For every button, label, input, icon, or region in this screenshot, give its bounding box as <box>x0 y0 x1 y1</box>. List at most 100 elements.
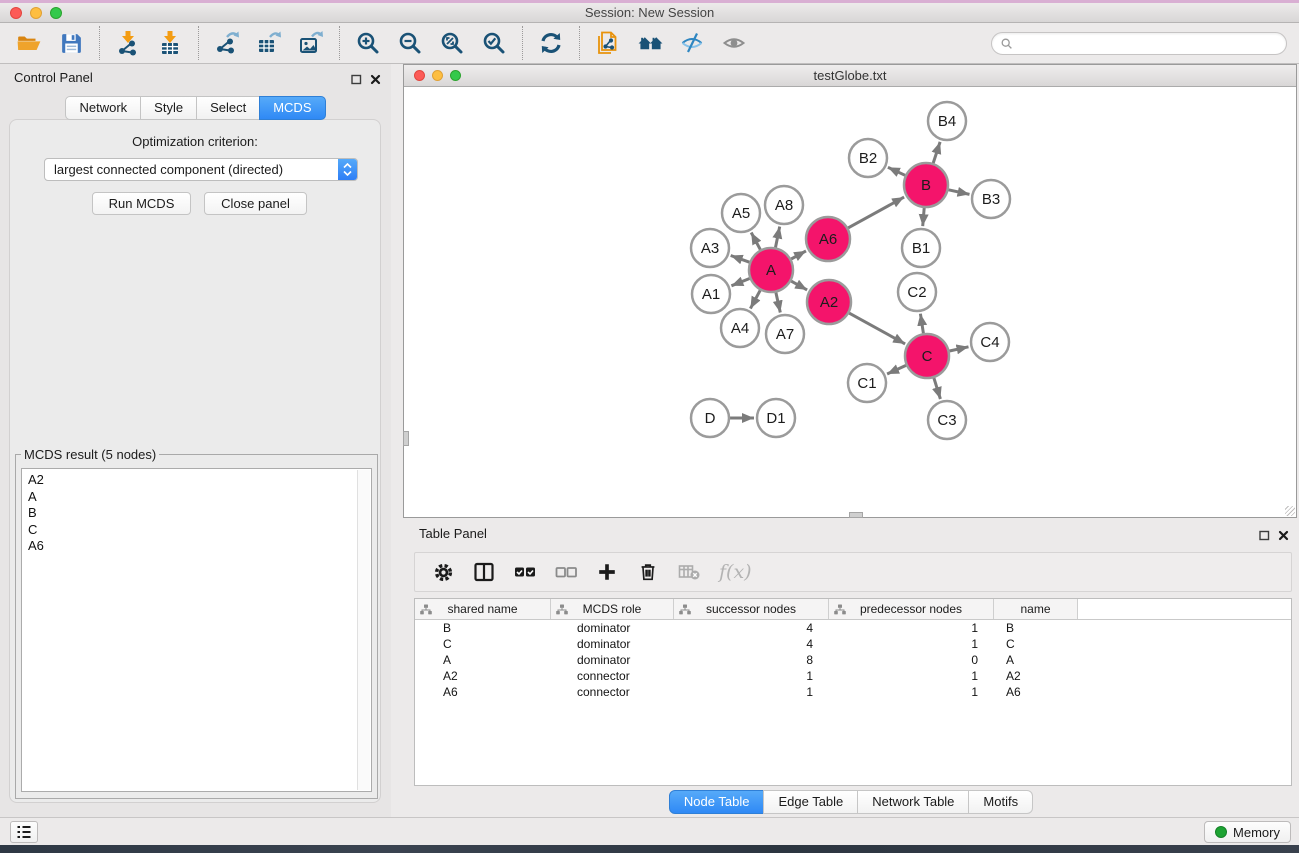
column-header-successor-nodes[interactable]: successor nodes <box>674 599 829 619</box>
result-list-scrollbar[interactable] <box>357 470 370 790</box>
select-all-rows-icon[interactable] <box>512 559 538 585</box>
table-header-row: shared name MCDS role successor nodesprede… <box>415 599 1291 620</box>
zoom-selected-icon[interactable] <box>473 25 515 61</box>
column-header-predecessor-nodes[interactable]: predecessor nodes <box>829 599 994 619</box>
table-row[interactable]: Bdominator41B <box>415 620 1291 636</box>
result-item[interactable]: C <box>28 522 365 539</box>
graph-edge-A-A5[interactable] <box>751 233 760 250</box>
reset-layout-icon[interactable] <box>629 25 671 61</box>
close-panel-icon[interactable] <box>1278 528 1289 546</box>
mcds-result-list[interactable]: A2ABCA6 <box>21 468 372 792</box>
graph-edge-A-A6[interactable] <box>791 251 806 259</box>
maximize-network-button[interactable] <box>450 70 461 81</box>
column-header-MCDS-role[interactable]: MCDS role <box>551 599 674 619</box>
column-header-label: MCDS role <box>583 602 642 616</box>
memory-status-icon <box>1215 826 1227 838</box>
table-row[interactable]: A6connector11A6 <box>415 684 1291 700</box>
run-mcds-button[interactable]: Run MCDS <box>92 192 191 215</box>
table-cell: A2 <box>415 669 551 683</box>
graph-edge-C-C3[interactable] <box>934 378 941 399</box>
export-network-icon[interactable] <box>206 25 248 61</box>
result-item[interactable]: A6 <box>28 538 365 555</box>
minimize-network-button[interactable] <box>432 70 443 81</box>
deselect-all-rows-icon[interactable] <box>553 559 579 585</box>
open-session-icon[interactable] <box>8 25 50 61</box>
zoom-fit-icon[interactable] <box>431 25 473 61</box>
refresh-icon[interactable] <box>530 25 572 61</box>
tab-network-table[interactable]: Network Table <box>857 790 969 814</box>
task-history-button[interactable] <box>10 821 38 843</box>
result-item[interactable]: B <box>28 505 365 522</box>
close-network-button[interactable] <box>414 70 425 81</box>
delete-columns-icon[interactable] <box>635 559 661 585</box>
float-panel-icon[interactable] <box>351 72 362 90</box>
graph-edge-C-C4[interactable] <box>950 347 969 351</box>
graph-edge-A-A8[interactable] <box>776 227 780 248</box>
tab-node-table[interactable]: Node Table <box>669 790 765 814</box>
table-cell: dominator <box>551 653 674 667</box>
graph-edge-A2-C[interactable] <box>849 313 905 344</box>
criterion-dropdown[interactable]: largest connected component (directed) <box>44 158 358 181</box>
maximize-window-button[interactable] <box>50 7 62 19</box>
add-column-icon[interactable] <box>594 559 620 585</box>
graph-edge-A-A3[interactable] <box>731 256 750 263</box>
table-row[interactable]: Cdominator41C <box>415 636 1291 652</box>
close-panel-icon[interactable] <box>370 72 381 90</box>
graph-edge-A-A4[interactable] <box>750 290 760 308</box>
result-item[interactable]: A <box>28 489 365 506</box>
close-window-button[interactable] <box>10 7 22 19</box>
criterion-value: largest connected component (directed) <box>45 162 338 177</box>
table-cell: A2 <box>994 669 1078 683</box>
save-session-icon[interactable] <box>50 25 92 61</box>
hide-graphics-details-icon[interactable] <box>671 25 713 61</box>
tab-network[interactable]: Network <box>65 96 141 120</box>
graph-node-label: A <box>766 262 776 279</box>
tab-mcds[interactable]: MCDS <box>259 96 325 120</box>
shared-column-icon <box>834 604 846 618</box>
show-columns-icon[interactable] <box>471 559 497 585</box>
graph-edge-B-B3[interactable] <box>949 190 970 195</box>
show-graphics-details-icon[interactable] <box>713 25 755 61</box>
graph-edge-B-B2[interactable] <box>888 167 905 175</box>
dropdown-stepper-icon <box>338 159 357 180</box>
network-canvas[interactable]: B4B2BB3A5A8A6A3B1AA1A2C2A4A7C4CC1C3DD1 <box>404 87 1296 517</box>
column-header-shared-name[interactable]: shared name <box>415 599 551 619</box>
create-network-icon[interactable] <box>587 25 629 61</box>
tab-edge-table[interactable]: Edge Table <box>763 790 858 814</box>
search-field[interactable] <box>991 32 1287 55</box>
graph-edge-B-B4[interactable] <box>933 142 940 163</box>
search-input[interactable] <box>1019 36 1278 51</box>
graph-edge-A-A7[interactable] <box>776 293 780 313</box>
export-image-icon[interactable] <box>290 25 332 61</box>
table-panel-tabs: Node TableEdge TableNetwork TableMotifs <box>403 790 1299 814</box>
float-panel-icon[interactable] <box>1259 528 1270 546</box>
tab-motifs[interactable]: Motifs <box>968 790 1033 814</box>
column-header-name[interactable]: name <box>994 599 1078 619</box>
tab-select[interactable]: Select <box>196 96 260 120</box>
tab-style[interactable]: Style <box>140 96 197 120</box>
table-row[interactable]: A2connector11A2 <box>415 668 1291 684</box>
graph-edge-C-C1[interactable] <box>887 365 906 374</box>
memory-button[interactable]: Memory <box>1204 821 1291 843</box>
graph-edge-A-A2[interactable] <box>791 281 807 290</box>
graph-node-label: C2 <box>907 284 926 301</box>
minimize-window-button[interactable] <box>30 7 42 19</box>
result-item[interactable]: A2 <box>28 472 365 489</box>
table-row[interactable]: Adominator80A <box>415 652 1291 668</box>
import-table-icon[interactable] <box>149 25 191 61</box>
splitter-handle[interactable] <box>403 431 409 446</box>
zoom-in-icon[interactable] <box>347 25 389 61</box>
resize-grip[interactable] <box>1285 506 1295 516</box>
graph-edge-C-C2[interactable] <box>920 314 923 334</box>
column-settings-icon[interactable] <box>430 559 456 585</box>
import-network-icon[interactable] <box>107 25 149 61</box>
table-cell: C <box>415 637 551 651</box>
splitter-handle[interactable] <box>849 512 863 518</box>
close-panel-button[interactable]: Close panel <box>204 192 307 215</box>
graph-edge-A6-B[interactable] <box>848 197 904 228</box>
zoom-out-icon[interactable] <box>389 25 431 61</box>
graph-node-label: B1 <box>912 240 930 257</box>
graph-edge-A-A1[interactable] <box>731 279 749 286</box>
graph-edge-B-B1[interactable] <box>923 208 925 226</box>
export-table-icon[interactable] <box>248 25 290 61</box>
